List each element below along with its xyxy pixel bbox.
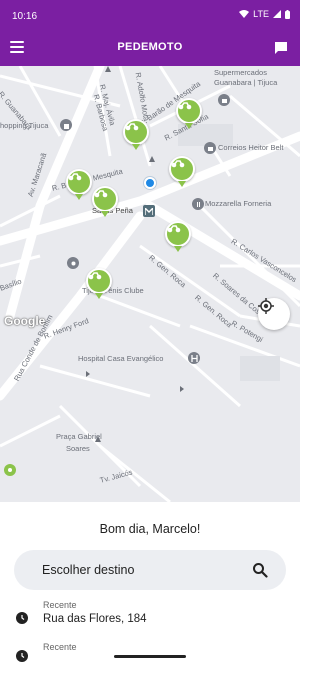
driver-pin-motorcycle-icon[interactable] [66,169,92,200]
recent-destination-item[interactable]: Recente [0,642,300,682]
map-label: Hospital Casa Evangélico [78,354,164,363]
destination-search-label: Escolher destino [42,563,135,577]
wifi-icon [239,10,250,18]
battery-icon [285,9,290,19]
supermarket-poi-icon[interactable] [218,94,230,106]
crosshair-icon [258,298,274,314]
recent-kicker: Recente [43,642,77,652]
network-label: LTE [253,9,269,19]
status-bar: 10:16 LTE [0,0,300,30]
map-label: Mozzarella Forneria [205,199,272,208]
driver-pin-motorcycle-icon[interactable] [169,156,195,187]
club-poi-icon[interactable] [67,257,79,269]
chat-icon[interactable] [274,41,288,55]
my-location-button[interactable] [258,298,290,330]
clock-icon [16,650,28,662]
recent-address: Rua das Flores, 184 [43,613,147,625]
driver-pin-motorcycle-icon[interactable] [165,221,191,252]
recent-destination-item[interactable]: Recente Rua das Flores, 184 [0,600,300,640]
signal-icon [273,10,281,18]
post-office-poi-icon[interactable] [204,142,216,154]
driver-pin-motorcycle-icon[interactable] [123,119,149,150]
status-time: 10:16 [12,11,38,22]
app-title: PEDEMOTO [117,41,183,53]
metro-station-icon[interactable] [143,205,155,217]
driver-pin-motorcycle-icon[interactable] [92,186,118,217]
map-label: Correios Heitor Belt [218,143,284,152]
park-poi-icon[interactable] [4,464,16,476]
map-label: Praça Gabriel [56,432,102,441]
shopping-poi-icon[interactable] [60,119,72,131]
map-roads [0,66,300,502]
google-logo: Google [4,314,46,328]
clock-icon [16,612,28,624]
hospital-poi-icon[interactable] [188,352,200,364]
status-icons: LTE [239,9,290,19]
search-icon [253,563,268,578]
driver-pin-motorcycle-icon[interactable] [176,98,202,129]
driver-pin-motorcycle-icon[interactable] [86,268,112,299]
destination-search-button[interactable]: Escolher destino [14,550,286,590]
recent-kicker: Recente [43,600,77,610]
map-view[interactable]: Supermercados Guanabara | Tijuca hopping… [0,66,300,502]
gesture-nav-handle[interactable] [114,655,186,658]
map-label: Guanabara | Tijuca [214,78,278,87]
map-label: Supermercados [214,68,267,77]
app-bar: PEDEMOTO [0,30,300,66]
restaurant-poi-icon[interactable] [192,198,204,210]
user-location-dot [144,177,156,189]
greeting-text: Bom dia, Marcelo! [99,522,201,536]
bottom-sheet: Bom dia, Marcelo! Escolher destino Recen… [0,502,300,668]
map-label: Soares [66,444,90,453]
